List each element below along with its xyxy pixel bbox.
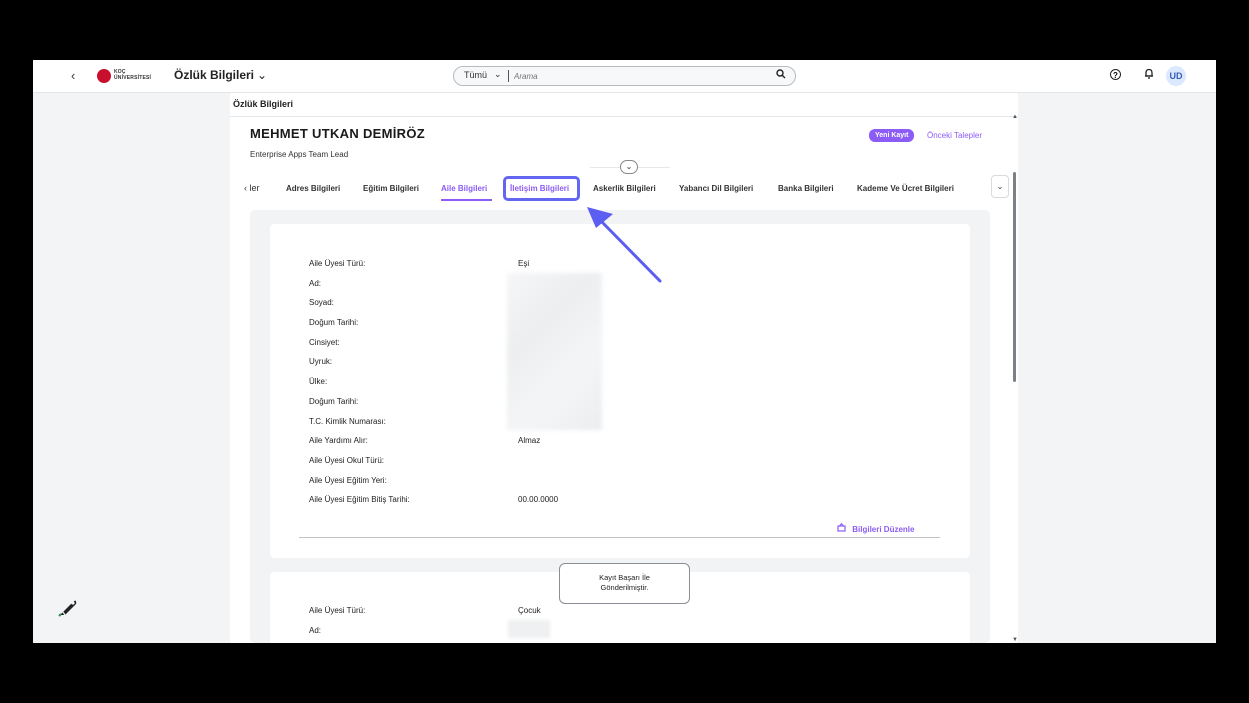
annotation-arrow-icon xyxy=(587,207,662,283)
